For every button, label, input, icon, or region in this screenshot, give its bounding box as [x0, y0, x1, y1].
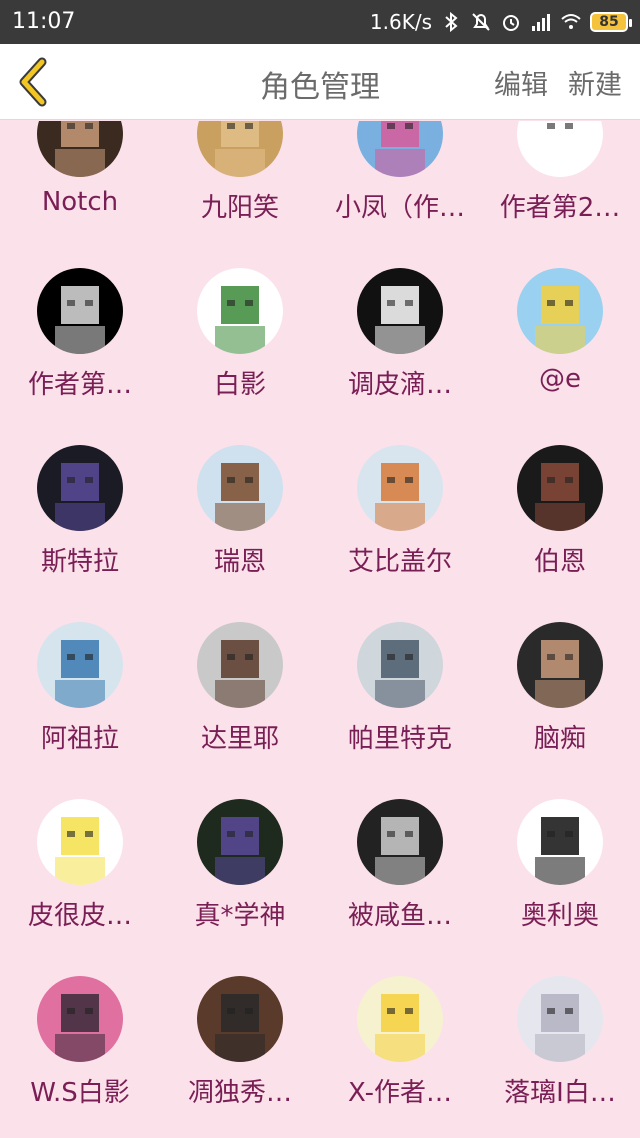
new-button[interactable]: 新建	[568, 63, 622, 102]
network-speed: 1.6K/s	[369, 10, 432, 34]
character-item[interactable]: 达里耶	[160, 622, 320, 782]
wifi-icon	[560, 11, 582, 33]
character-item[interactable]: Notch	[0, 121, 160, 251]
character-name: 凋独秀…	[187, 1078, 292, 1108]
character-name: 脑痴	[533, 724, 586, 754]
character-avatar	[357, 799, 443, 885]
character-item[interactable]: 调皮滴…	[320, 268, 480, 428]
character-avatar	[37, 445, 123, 531]
character-name: Notch	[41, 187, 119, 217]
character-name: 伯恩	[533, 547, 586, 577]
status-time: 11:07	[12, 9, 76, 34]
character-name: 被咸鱼…	[347, 901, 452, 931]
character-item[interactable]: 斯特拉	[0, 445, 160, 605]
character-item[interactable]: 皮很皮…	[0, 799, 160, 959]
character-avatar	[37, 121, 123, 177]
character-avatar	[357, 976, 443, 1062]
character-avatar	[197, 445, 283, 531]
character-item[interactable]: 阿祖拉	[0, 622, 160, 782]
edit-button[interactable]: 编辑	[494, 63, 548, 102]
character-avatar	[517, 976, 603, 1062]
character-item[interactable]: 落璃I白…	[480, 976, 640, 1136]
character-name: 瑞恩	[213, 547, 266, 577]
character-avatar	[517, 121, 603, 177]
character-avatar	[357, 121, 443, 177]
character-item[interactable]: 小凤（作…	[320, 121, 480, 251]
character-item[interactable]: 帕里特克	[320, 622, 480, 782]
chevron-left-icon	[19, 57, 47, 107]
character-item[interactable]: 白影	[160, 268, 320, 428]
character-name: 阿祖拉	[40, 724, 119, 754]
character-grid: Notch 九阳笑 小凤（作… 作者第2… 作者第… 白影 调皮滴… @e 斯特拉 瑞恩 艾比盖尔 伯…	[0, 121, 640, 1138]
character-item[interactable]: 艾比盖尔	[320, 445, 480, 605]
character-avatar	[357, 622, 443, 708]
character-avatar	[37, 976, 123, 1062]
back-button[interactable]	[12, 56, 62, 108]
character-avatar	[197, 268, 283, 354]
character-item[interactable]: 作者第2…	[480, 121, 640, 251]
character-avatar	[357, 445, 443, 531]
bluetooth-icon	[440, 11, 462, 33]
character-avatar	[197, 976, 283, 1062]
character-name: @e	[539, 364, 581, 394]
alarm-icon	[500, 11, 522, 33]
character-name: 皮很皮…	[27, 901, 132, 931]
character-avatar	[197, 622, 283, 708]
status-bar: 11:07 1.6K/s 85	[0, 0, 640, 44]
character-item[interactable]: X-作者…	[320, 976, 480, 1136]
signal-icon	[530, 11, 552, 33]
character-item[interactable]: 真*学神	[160, 799, 320, 959]
character-item[interactable]: 被咸鱼…	[320, 799, 480, 959]
character-avatar	[37, 799, 123, 885]
character-name: 真*学神	[194, 901, 286, 931]
character-item[interactable]: W.S白影	[0, 976, 160, 1136]
character-avatar	[197, 799, 283, 885]
character-item[interactable]: @e	[480, 268, 640, 428]
bell-off-icon	[470, 11, 492, 33]
character-avatar	[517, 799, 603, 885]
character-name: 斯特拉	[40, 547, 119, 577]
character-item[interactable]: 九阳笑	[160, 121, 320, 251]
character-name: 调皮滴…	[347, 370, 452, 400]
character-item[interactable]: 伯恩	[480, 445, 640, 605]
character-item[interactable]: 瑞恩	[160, 445, 320, 605]
app-bar: 角色管理 编辑 新建	[0, 44, 640, 120]
character-avatar	[37, 268, 123, 354]
character-avatar	[517, 445, 603, 531]
character-item[interactable]: 凋独秀…	[160, 976, 320, 1136]
character-item[interactable]: 作者第…	[0, 268, 160, 428]
character-name: 奥利奥	[520, 901, 599, 931]
character-item[interactable]: 脑痴	[480, 622, 640, 782]
character-name: 小凤（作…	[334, 193, 465, 223]
character-name: X-作者…	[348, 1078, 452, 1108]
character-avatar	[517, 268, 603, 354]
status-icons: 1.6K/s 85	[369, 8, 632, 36]
character-name: 达里耶	[200, 724, 279, 754]
character-name: 落璃I白…	[504, 1078, 616, 1108]
battery-indicator: 85	[590, 12, 632, 32]
character-name: W.S白影	[30, 1078, 130, 1108]
character-name: 帕里特克	[347, 724, 452, 754]
character-name: 白影	[213, 370, 266, 400]
character-name: 作者第2…	[499, 193, 621, 223]
character-name: 九阳笑	[200, 193, 279, 223]
character-name: 作者第…	[27, 370, 132, 400]
character-name: 艾比盖尔	[347, 547, 452, 577]
character-avatar	[357, 268, 443, 354]
character-avatar	[197, 121, 283, 177]
character-avatar	[37, 622, 123, 708]
character-avatar	[517, 622, 603, 708]
character-item[interactable]: 奥利奥	[480, 799, 640, 959]
